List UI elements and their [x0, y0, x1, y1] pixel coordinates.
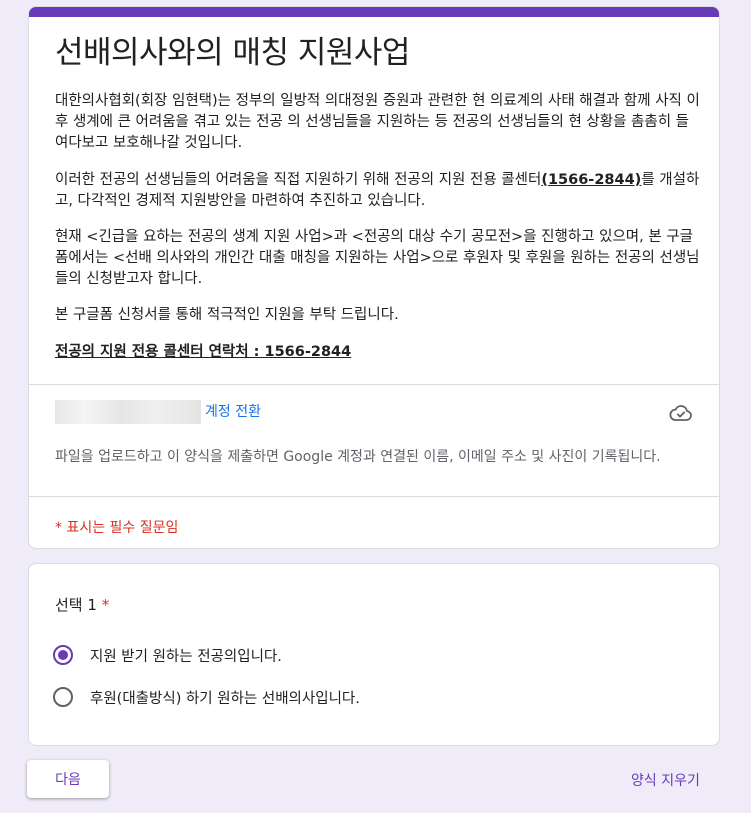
- redacted-account-email: [55, 400, 201, 424]
- account-row: 계정 전환: [55, 398, 695, 424]
- description-paragraph-1: 대한의사협회(회장 임현택)는 정부의 일방적 의대정원 증원과 관련한 현 의…: [55, 93, 700, 151]
- radio-option-label: 후원(대출방식) 하기 원하는 선배의사입니다.: [90, 691, 360, 707]
- divider: [29, 496, 719, 497]
- form-header-card: 선배의사와의 매칭 지원사업 대한의사협회(회장 임현택)는 정부의 일방적 의…: [28, 6, 720, 549]
- question-title: 선택 1 *: [55, 594, 109, 615]
- description-paragraph-2-text: 이러한 전공의 선생님들의 어려움을 직접 지원하기 위해 전공의 지원 전용 …: [55, 172, 542, 188]
- clear-form-link[interactable]: 양식 지우기: [631, 770, 700, 790]
- question-card: 선택 1 * 지원 받기 원하는 전공의입니다. 후원(대출방식) 하기 원하는…: [28, 563, 720, 746]
- form-description: 대한의사협회(회장 임현택)는 정부의 일방적 의대정원 증원과 관련한 현 의…: [55, 91, 701, 379]
- form-title: 선배의사와의 매칭 지원사업: [55, 35, 410, 71]
- cloud-saved-icon: [669, 405, 692, 421]
- header-accent-bar: [29, 7, 719, 17]
- next-button[interactable]: 다음: [27, 760, 109, 798]
- switch-account-link[interactable]: 계정 전환: [205, 401, 261, 421]
- radio-button-checked[interactable]: [53, 645, 73, 665]
- divider: [29, 384, 719, 385]
- description-paragraph-4: 본 구글폼 신청서를 통해 적극적인 지원을 부탁 드립니다.: [55, 307, 399, 323]
- account-notice: 파일을 업로드하고 이 양식을 제출하면 Google 계정과 연결된 이름, …: [55, 449, 661, 465]
- radio-button[interactable]: [53, 687, 73, 707]
- description-paragraph-3: 현재 <긴급을 요하는 전공의 생계 지원 사업>과 <전공의 대상 수기 공모…: [55, 229, 700, 287]
- callcenter-phone: (1566-2844): [541, 172, 642, 188]
- required-note: * 표시는 필수 질문임: [55, 520, 179, 536]
- question-title-text: 선택 1: [55, 596, 97, 614]
- required-star: *: [101, 596, 110, 614]
- radio-option-label: 지원 받기 원하는 전공의입니다.: [90, 649, 282, 665]
- description-paragraph-2: 이러한 전공의 선생님들의 어려움을 직접 지원하기 위해 전공의 지원 전용 …: [55, 170, 701, 212]
- contact-line: 전공의 지원 전용 콜센터 연락처 : 1566-2844: [55, 344, 352, 360]
